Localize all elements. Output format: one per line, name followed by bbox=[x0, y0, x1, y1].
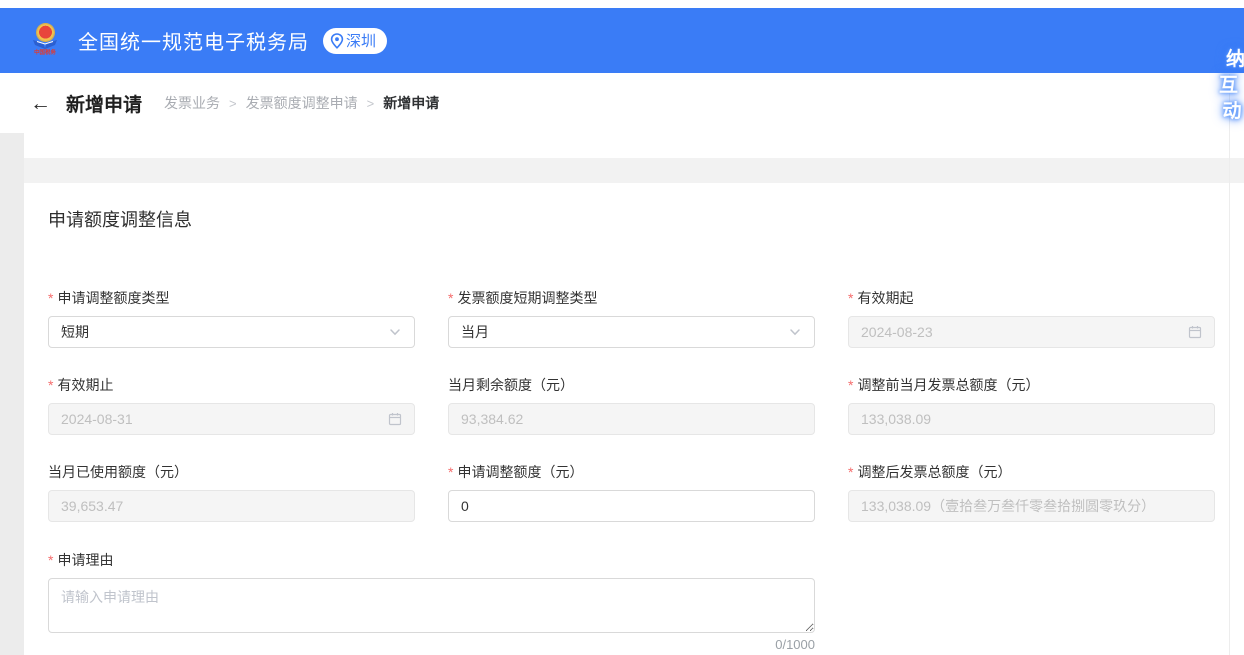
date-value: 2024-08-31 bbox=[61, 411, 133, 427]
field-value: 39,653.47 bbox=[61, 498, 123, 514]
page-head: ← 新增申请 发票业务 > 发票额度调整申请 > 新增申请 bbox=[0, 73, 1244, 133]
field-short-term-adjust-type: *发票额度短期调整类型 当月 bbox=[448, 289, 815, 348]
location-badge[interactable]: 深圳 bbox=[323, 28, 387, 54]
shield-icon bbox=[33, 39, 57, 49]
breadcrumb-separator-icon: > bbox=[229, 96, 237, 111]
select-value: 短期 bbox=[61, 322, 89, 342]
app-brand-title: 全国统一规范电子税务局 bbox=[78, 26, 309, 55]
adjust-quota-type-select[interactable]: 短期 bbox=[48, 316, 415, 348]
interaction-widget[interactable]: 纳 互 动 bbox=[1217, 47, 1244, 125]
tax-bureau-logo: 中国税务 bbox=[24, 24, 66, 58]
field-post-adjust-total: *调整后发票总额度（元） 133,038.09（壹拾叁万叁仟零叁拾捌圆零玖分） bbox=[848, 463, 1215, 522]
field-valid-to: *有效期止 2024-08-31 bbox=[48, 376, 415, 435]
field-value: 93,384.62 bbox=[461, 411, 523, 427]
label-text: 申请调整额度类型 bbox=[57, 290, 169, 306]
field-valid-from: *有效期起 2024-08-23 bbox=[848, 289, 1215, 348]
location-label: 深圳 bbox=[346, 30, 376, 51]
field-pre-adjust-total: *调整前当月发票总额度（元） 133,038.09 bbox=[848, 376, 1215, 435]
field-label: *申请调整额度（元） bbox=[448, 463, 815, 481]
field-label: 当月已使用额度（元） bbox=[48, 463, 415, 481]
widget-char: 纳 bbox=[1226, 47, 1244, 73]
location-pin-icon bbox=[330, 33, 344, 49]
label-text: 当月剩余额度（元） bbox=[448, 377, 574, 393]
breadcrumb-item-quota-adjust[interactable]: 发票额度调整申请 bbox=[246, 93, 358, 113]
required-marker: * bbox=[48, 377, 53, 393]
required-marker: * bbox=[848, 377, 853, 393]
section-divider-band bbox=[24, 158, 1244, 183]
label-text: 发票额度短期调整类型 bbox=[457, 290, 597, 306]
field-value: 133,038.09 bbox=[861, 411, 931, 427]
etax-new-application-page: { "app": { "brand": "全国统一规范电子税务局", "loca… bbox=[0, 0, 1244, 655]
required-marker: * bbox=[448, 290, 453, 306]
short-term-adjust-type-select[interactable]: 当月 bbox=[448, 316, 815, 348]
breadcrumb-separator-icon: > bbox=[367, 96, 375, 111]
breadcrumb: 发票业务 > 发票额度调整申请 > 新增申请 bbox=[164, 93, 439, 113]
adjust-amount-input[interactable] bbox=[448, 490, 815, 522]
field-label: 当月剩余额度（元） bbox=[448, 376, 815, 394]
field-adjust-amount: *申请调整额度（元） bbox=[448, 463, 815, 522]
label-text: 申请调整额度（元） bbox=[457, 464, 583, 480]
scrollbar-track[interactable] bbox=[1229, 74, 1230, 655]
post-adjust-total-field: 133,038.09（壹拾叁万叁仟零叁拾捌圆零玖分） bbox=[848, 490, 1215, 522]
required-marker: * bbox=[848, 290, 853, 306]
required-marker: * bbox=[48, 290, 53, 306]
label-text: 调整后发票总额度（元） bbox=[857, 464, 1011, 480]
field-reason: *申请理由 0/1000 bbox=[48, 551, 815, 652]
chevron-down-icon bbox=[788, 325, 802, 339]
remaining-quota-field: 93,384.62 bbox=[448, 403, 815, 435]
field-used-quota: 当月已使用额度（元） 39,653.47 bbox=[48, 463, 415, 522]
field-label: *调整后发票总额度（元） bbox=[848, 463, 1215, 481]
used-quota-field: 39,653.47 bbox=[48, 490, 415, 522]
chevron-down-icon bbox=[388, 325, 402, 339]
field-label: *有效期止 bbox=[48, 376, 415, 394]
page-title: 新增申请 bbox=[66, 90, 142, 117]
calendar-icon bbox=[1188, 325, 1202, 339]
section-title: 申请额度调整信息 bbox=[48, 207, 1215, 233]
pre-adjust-total-field: 133,038.09 bbox=[848, 403, 1215, 435]
required-marker: * bbox=[448, 464, 453, 480]
label-text: 有效期止 bbox=[57, 377, 113, 393]
char-counter: 0/1000 bbox=[48, 637, 815, 652]
logo-caption: 中国税务 bbox=[34, 50, 56, 55]
required-marker: * bbox=[848, 464, 853, 480]
valid-from-date-field: 2024-08-23 bbox=[848, 316, 1215, 348]
breadcrumb-item-invoice-business[interactable]: 发票业务 bbox=[164, 93, 220, 113]
field-label: *发票额度短期调整类型 bbox=[448, 289, 815, 307]
field-adjust-quota-type: *申请调整额度类型 短期 bbox=[48, 289, 415, 348]
app-header: 中国税务 全国统一规范电子税务局 深圳 bbox=[0, 8, 1244, 73]
date-value: 2024-08-23 bbox=[861, 324, 933, 340]
field-label: *申请理由 bbox=[48, 551, 815, 569]
field-remaining-quota: 当月剩余额度（元） 93,384.62 bbox=[448, 376, 815, 435]
form-grid: *申请调整额度类型 短期 *发票额度短期调整类型 当月 bbox=[48, 289, 1215, 522]
label-text: 调整前当月发票总额度（元） bbox=[857, 377, 1039, 393]
breadcrumb-item-current: 新增申请 bbox=[383, 93, 439, 113]
label-text: 有效期起 bbox=[857, 290, 913, 306]
label-text: 申请理由 bbox=[57, 552, 113, 568]
quota-adjust-form-card: 申请额度调整信息 *申请调整额度类型 短期 *发票额度短期调整类型 当月 bbox=[24, 183, 1244, 655]
reason-textarea[interactable] bbox=[48, 578, 815, 633]
valid-to-date-field: 2024-08-31 bbox=[48, 403, 415, 435]
widget-char: 动 bbox=[1222, 99, 1241, 125]
back-button[interactable]: ← bbox=[30, 93, 51, 114]
widget-char: 互 bbox=[1219, 73, 1238, 99]
page-left-gutter bbox=[0, 133, 24, 655]
field-label: *申请调整额度类型 bbox=[48, 289, 415, 307]
field-label: *调整前当月发票总额度（元） bbox=[848, 376, 1215, 394]
calendar-icon bbox=[388, 412, 402, 426]
select-value: 当月 bbox=[461, 322, 489, 342]
required-marker: * bbox=[48, 552, 53, 568]
label-text: 当月已使用额度（元） bbox=[48, 464, 188, 480]
field-value: 133,038.09（壹拾叁万叁仟零叁拾捌圆零玖分） bbox=[861, 496, 1155, 516]
field-label: *有效期起 bbox=[848, 289, 1215, 307]
